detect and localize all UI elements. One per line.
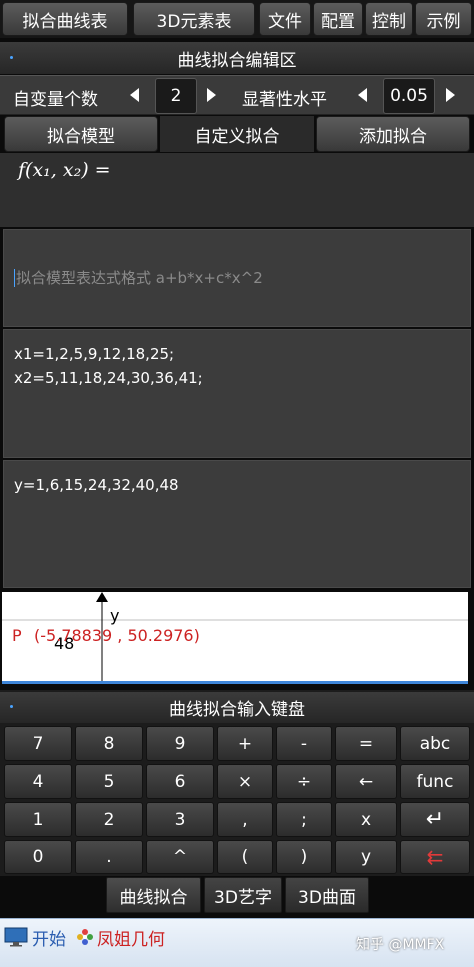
menu-file[interactable]: 文件 — [259, 2, 311, 36]
key-y[interactable]: y — [335, 840, 397, 874]
editor-title-bar: 曲线拟合编辑区 — [0, 42, 474, 74]
fit-model-button[interactable]: 拟合模型 — [4, 116, 158, 152]
formula-arguments: (x₁, x₂) = — [25, 159, 111, 181]
expression-placeholder: 拟合模型表达式格式 a+b*x+c*x^2 — [14, 269, 263, 287]
key-semicolon[interactable]: ; — [276, 802, 332, 837]
taskbar-app-item[interactable]: 凤姐几何 — [76, 925, 165, 950]
var-count-increment[interactable] — [207, 88, 216, 102]
key-multiply[interactable]: × — [217, 764, 273, 799]
point-coordinates: (-5.78839 , 50.2976) — [34, 626, 200, 645]
keyboard-title-dot — [10, 705, 13, 708]
expression-input[interactable]: 拟合模型表达式格式 a+b*x+c*x^2 — [3, 229, 471, 327]
key-divide[interactable]: ÷ — [276, 764, 332, 799]
tab-3d-surface[interactable]: 3D曲面 — [285, 877, 369, 913]
key-7[interactable]: 7 — [4, 726, 72, 761]
add-fit-button[interactable]: 添加拟合 — [316, 116, 470, 152]
tab-3d-art-text[interactable]: 3D艺字 — [204, 877, 282, 913]
key-open-paren[interactable]: ( — [217, 840, 273, 874]
monitor-icon — [4, 927, 28, 947]
var-count-label: 自变量个数 — [13, 90, 98, 110]
keyboard-title: 曲线拟合输入键盘 — [169, 700, 305, 720]
key-equals[interactable]: = — [335, 726, 397, 761]
taskbar-app-label: 凤姐几何 — [97, 929, 165, 950]
arrow-left-icon — [130, 88, 139, 102]
y-data-input[interactable]: y=1,6,15,24,32,40,48 — [3, 460, 471, 588]
arrow-left-icon — [358, 88, 367, 102]
watermark: 知乎 @MMFX — [356, 937, 445, 953]
key-comma[interactable]: , — [217, 802, 273, 837]
key-clear[interactable]: ⇇ — [400, 840, 470, 874]
editor-title-dot — [10, 56, 13, 59]
keyboard-title-bar: 曲线拟合输入键盘 — [0, 692, 474, 723]
key-dot[interactable]: . — [75, 840, 143, 874]
key-1[interactable]: 1 — [4, 802, 72, 837]
arrow-right-icon — [207, 88, 216, 102]
significance-increment[interactable] — [446, 88, 455, 102]
significance-label: 显著性水平 — [242, 90, 327, 110]
key-x[interactable]: x — [335, 802, 397, 837]
editor-title: 曲线拟合编辑区 — [177, 50, 297, 71]
key-5[interactable]: 5 — [75, 764, 143, 799]
tab-curve-fit[interactable]: 曲线拟合 — [106, 877, 201, 913]
key-4[interactable]: 4 — [4, 764, 72, 799]
key-3[interactable]: 3 — [146, 802, 214, 837]
menu-config[interactable]: 配置 — [313, 2, 363, 36]
key-abc[interactable]: abc — [400, 726, 470, 761]
arrow-right-icon — [446, 88, 455, 102]
key-enter[interactable]: ↵ — [400, 802, 470, 837]
key-0[interactable]: 0 — [4, 840, 72, 874]
key-2[interactable]: 2 — [75, 802, 143, 837]
var-count-decrement[interactable] — [130, 88, 139, 102]
tab-fit-curve-table[interactable]: 拟合曲线表 — [2, 2, 128, 36]
formula-function-name: f — [18, 159, 26, 181]
graph-canvas[interactable]: y 48 P (-5.78839 , 50.2976) — [2, 592, 468, 684]
key-caret[interactable]: ^ — [146, 840, 214, 874]
y-axis-arrow — [96, 592, 108, 602]
flower-icon — [77, 929, 93, 945]
point-label: P — [12, 626, 22, 645]
key-minus[interactable]: - — [276, 726, 332, 761]
significance-value-box[interactable]: 0.05 — [383, 78, 435, 114]
key-plus[interactable]: + — [217, 726, 273, 761]
var-count-value: 2 — [170, 86, 182, 106]
key-backspace[interactable]: ← — [335, 764, 397, 799]
x-data-input[interactable]: x1=1,2,5,9,12,18,25; x2=5,11,18,24,30,36… — [3, 329, 471, 458]
start-button[interactable]: 开始 — [4, 925, 66, 950]
significance-decrement[interactable] — [358, 88, 367, 102]
key-func[interactable]: func — [400, 764, 470, 799]
var-count-value-box[interactable]: 2 — [155, 78, 197, 114]
key-close-paren[interactable]: ) — [276, 840, 332, 874]
custom-fit-label[interactable]: 自定义拟合 — [160, 116, 314, 152]
menu-examples[interactable]: 示例 — [415, 2, 472, 36]
formula-display: f(x₁, x₂) = — [18, 159, 111, 181]
key-8[interactable]: 8 — [75, 726, 143, 761]
start-label: 开始 — [32, 929, 66, 950]
key-6[interactable]: 6 — [146, 764, 214, 799]
tab-3d-elements[interactable]: 3D元素表 — [133, 2, 255, 36]
y-axis-label: y — [110, 606, 120, 625]
menu-control[interactable]: 控制 — [365, 2, 413, 36]
significance-value: 0.05 — [390, 86, 428, 106]
key-9[interactable]: 9 — [146, 726, 214, 761]
